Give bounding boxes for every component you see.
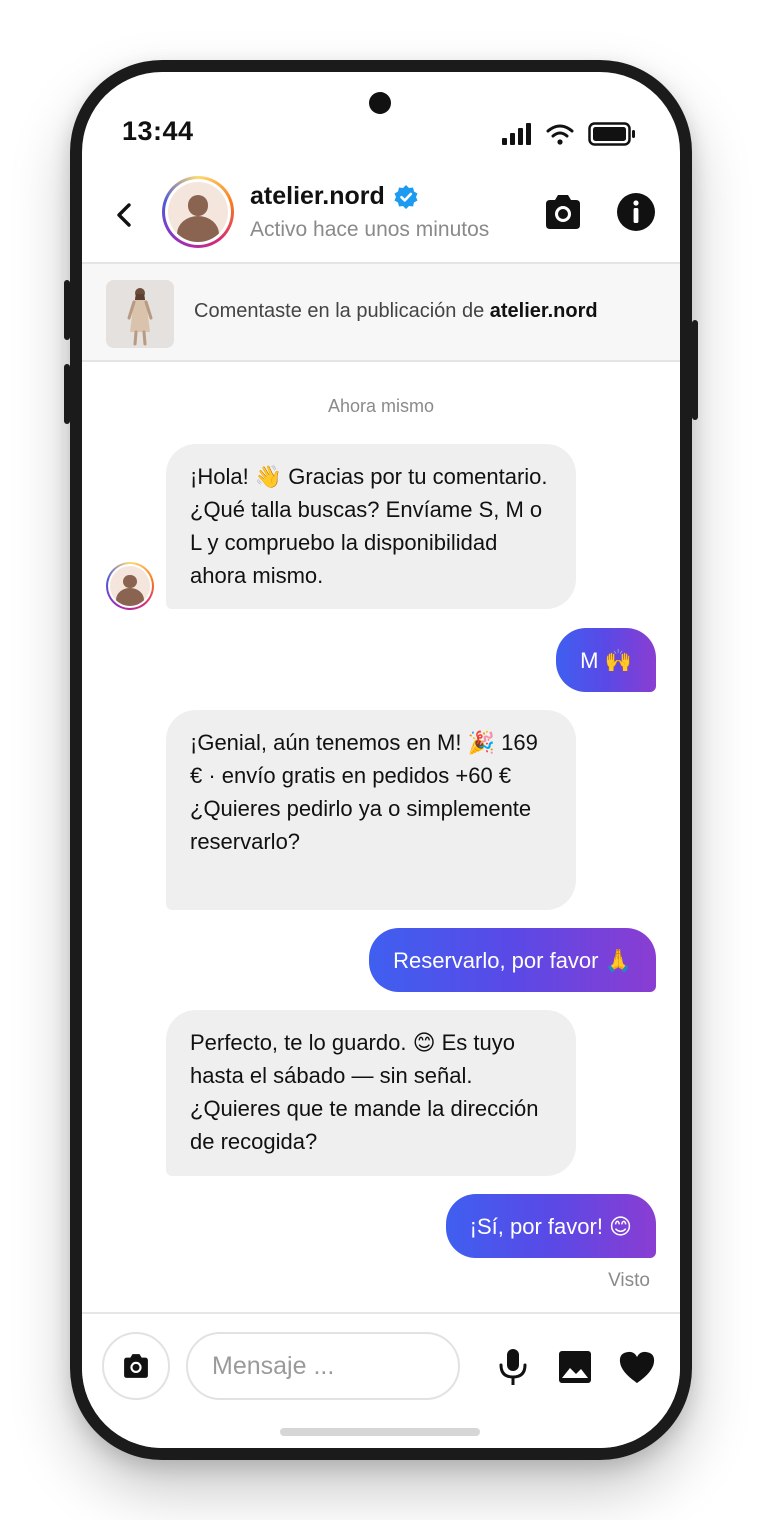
camera-icon[interactable] (542, 192, 584, 232)
sender-avatar[interactable] (106, 562, 154, 610)
incoming-message[interactable]: ¡Genial, aún tenemos en M! 🎉 169 € · env… (166, 710, 576, 910)
verified-badge-icon (394, 184, 418, 209)
heart-icon[interactable] (618, 1350, 656, 1384)
avatar-person-icon (168, 182, 228, 242)
outgoing-message[interactable]: Reservarlo, por favor 🙏 (369, 928, 656, 992)
post-context-text: Comentaste en la publicación de atelier.… (194, 300, 598, 322)
post-thumbnail[interactable] (106, 280, 174, 348)
phone-screen: 13:44 atelier.nord Activo hace unos minu… (82, 72, 680, 1448)
avatar-person-icon (110, 566, 150, 606)
chat-header: atelier.nord Activo hace unos minutos (82, 172, 680, 264)
incoming-message[interactable]: Perfecto, te lo guardo. 😊 Es tuyo hasta … (166, 1010, 576, 1176)
back-icon[interactable] (110, 200, 138, 230)
phone-side-button (64, 280, 70, 340)
wifi-icon (546, 124, 574, 145)
seen-receipt: Visto (608, 1270, 650, 1291)
battery-icon (588, 122, 635, 146)
home-indicator[interactable] (280, 1428, 480, 1436)
outgoing-message[interactable]: M 🙌 (556, 628, 656, 692)
message-input[interactable] (186, 1332, 460, 1400)
info-icon[interactable] (616, 192, 656, 232)
image-icon[interactable] (558, 1350, 592, 1384)
status-time: 13:44 (122, 116, 194, 146)
camera-icon (124, 1354, 148, 1378)
username-label: atelier.nord (250, 182, 385, 210)
phone-power-button (692, 320, 698, 420)
status-icons (502, 122, 636, 146)
composer-camera-button[interactable] (102, 1332, 170, 1400)
avatar[interactable] (162, 176, 234, 248)
chat-username[interactable]: atelier.nord (250, 182, 419, 211)
signal-icon (502, 123, 531, 145)
timestamp-separator: Ahora mismo (327, 396, 435, 416)
dress-photo-icon (106, 280, 174, 348)
microphone-icon[interactable] (498, 1348, 528, 1386)
phone-side-button (64, 364, 70, 424)
outgoing-message[interactable]: ¡Sí, por favor! 😊 (445, 1194, 656, 1258)
post-account-name[interactable]: atelier.nord (490, 300, 598, 322)
activity-status: Activo hace unos minutos (250, 218, 490, 241)
incoming-message[interactable]: ¡Hola! 👋 Gracias por tu comentario. ¿Qué… (166, 444, 576, 609)
post-context-bar[interactable]: Comentaste en la publicación de atelier.… (82, 262, 680, 362)
phone-frame: 13:44 atelier.nord Activo hace unos minu… (64, 60, 698, 1460)
front-camera (369, 92, 391, 114)
